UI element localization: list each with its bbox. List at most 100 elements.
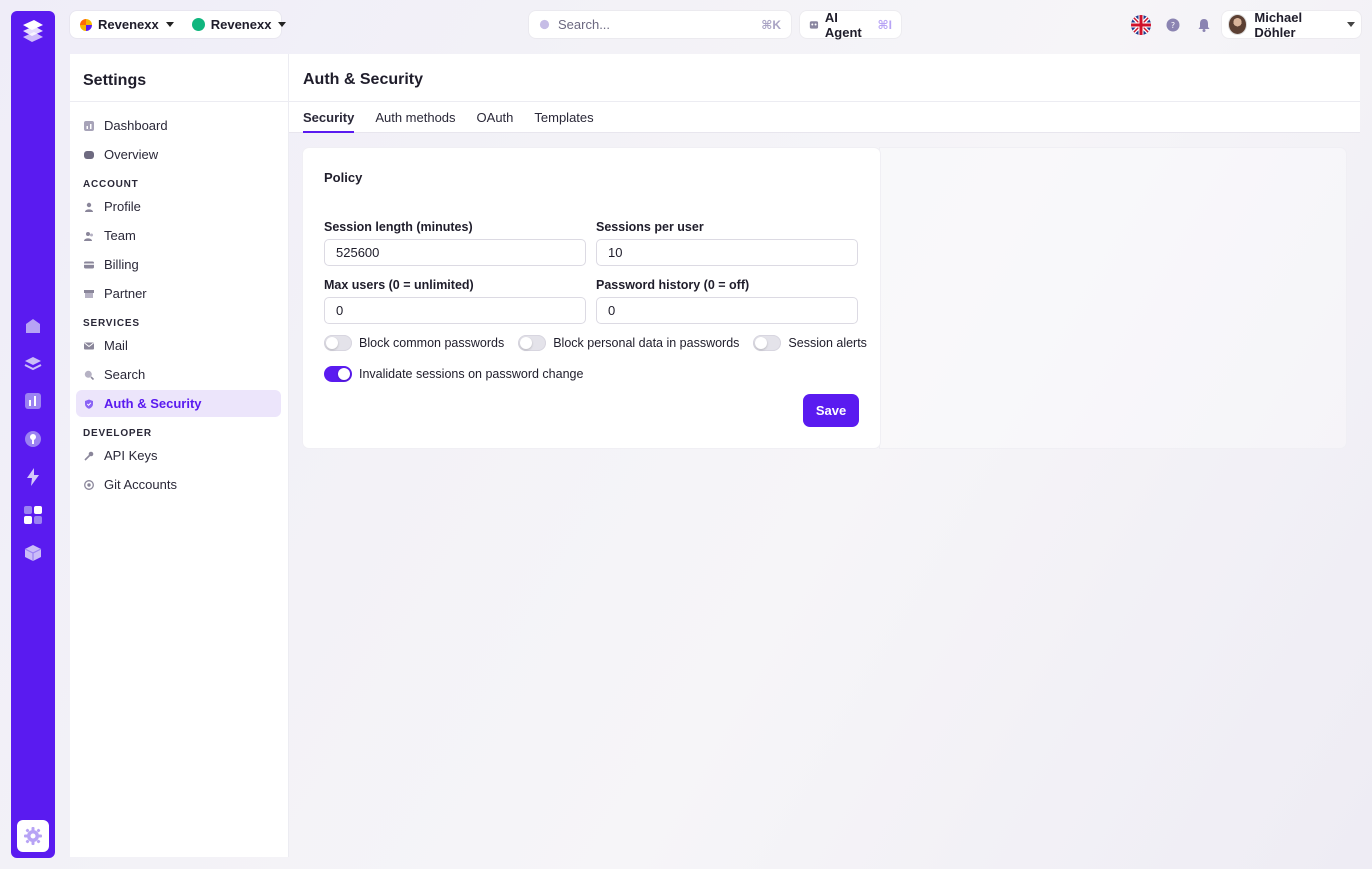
svg-text:?: ? <box>1171 21 1175 30</box>
sidebar-item-mail[interactable]: Mail <box>76 332 281 359</box>
sidebar-item-label: Partner <box>104 286 147 301</box>
team-icon <box>84 231 93 241</box>
org-logo-icon <box>80 18 92 31</box>
max-users-field: Max users (0 = unlimited) <box>324 278 586 324</box>
uk-flag-icon[interactable] <box>1131 15 1151 35</box>
sidebar-item-label: Billing <box>104 257 139 272</box>
search-input[interactable] <box>550 17 762 32</box>
section-label-developer: DEVELOPER <box>83 428 152 439</box>
tab-security[interactable]: Security <box>303 102 355 133</box>
password-history-label: Password history (0 = off) <box>596 278 750 292</box>
overview-icon <box>84 150 94 159</box>
search-icon <box>539 19 550 30</box>
toggle-label: Session alerts <box>788 336 867 350</box>
user-menu[interactable]: Michael Döhler <box>1222 9 1361 40</box>
sessions-per-user-label: Sessions per user <box>596 220 704 234</box>
sidebar-item-billing[interactable]: Billing <box>76 251 281 278</box>
cube-icon[interactable] <box>23 543 43 563</box>
sessions-per-user-input[interactable] <box>596 239 858 266</box>
toggle-switch[interactable] <box>753 335 782 351</box>
sidebar-item-partner[interactable]: Partner <box>76 280 281 307</box>
sessions-per-user-field: Sessions per user <box>596 220 858 266</box>
key-icon <box>84 451 94 461</box>
tab-templates[interactable]: Templates <box>534 102 593 133</box>
tab-bar: Security Auth methods OAuth Templates <box>289 102 1360 133</box>
max-users-label: Max users (0 = unlimited) <box>324 278 474 292</box>
org-name-2: Revenexx <box>210 17 272 32</box>
settings-rail-button[interactable] <box>17 820 49 852</box>
password-history-input[interactable] <box>596 297 858 324</box>
toggle-row-1: Block common passwords Block personal da… <box>324 335 867 351</box>
toggle-label: Block common passwords <box>359 336 505 350</box>
toggle-label: Block personal data in passwords <box>553 336 740 350</box>
sidebar-item-label: Auth & Security <box>104 396 202 411</box>
max-users-input[interactable] <box>324 297 586 324</box>
analytics-icon[interactable] <box>23 391 43 411</box>
apps-icon[interactable] <box>23 505 43 525</box>
global-search: ⌘K <box>529 11 791 38</box>
sidebar-item-label: Profile <box>104 199 141 214</box>
store-icon <box>84 289 94 298</box>
sidebar-item-label: Team <box>104 228 136 243</box>
bell-icon[interactable] <box>1194 15 1214 35</box>
help-icon[interactable]: ? <box>1163 15 1183 35</box>
sidebar-item-git-accounts[interactable]: Git Accounts <box>76 471 281 498</box>
block-personal-data-toggle[interactable]: Block personal data in passwords <box>518 335 739 351</box>
session-length-label: Session length (minutes) <box>324 220 473 234</box>
tab-auth-methods[interactable]: Auth methods <box>375 102 455 133</box>
chevron-down-icon <box>278 22 287 27</box>
page-title: Auth & Security <box>289 54 1360 102</box>
session-length-field: Session length (minutes) <box>324 220 586 266</box>
section-label-services: SERVICES <box>83 318 140 329</box>
sidebar-item-search[interactable]: Search <box>76 361 281 388</box>
person-icon <box>85 202 93 212</box>
ai-agent-shortcut: ⌘I <box>877 17 892 32</box>
sidebar-item-api-keys[interactable]: API Keys <box>76 442 281 469</box>
sidebar-item-overview[interactable]: Overview <box>76 141 281 168</box>
block-common-passwords-toggle[interactable]: Block common passwords <box>324 335 504 351</box>
org-switcher: Revenexx Revenexx <box>70 11 287 38</box>
search-icon <box>84 370 94 380</box>
chevron-down-icon <box>1347 22 1355 27</box>
card-side-panel <box>880 148 1346 448</box>
sidebar-item-profile[interactable]: Profile <box>76 193 281 220</box>
sidebar-item-auth-security[interactable]: Auth & Security <box>76 390 281 417</box>
session-alerts-toggle[interactable]: Session alerts <box>753 335 867 351</box>
org-selector-2[interactable]: Revenexx <box>182 11 295 38</box>
toggle-switch[interactable] <box>518 335 547 351</box>
org-selector-1[interactable]: Revenexx <box>70 11 182 38</box>
toggle-switch[interactable] <box>324 335 352 351</box>
policy-card: Policy Session length (minutes) Sessions… <box>303 148 880 448</box>
home-icon[interactable] <box>23 316 43 336</box>
at-icon <box>84 479 94 490</box>
location-icon[interactable] <box>23 429 43 449</box>
sidebar-item-label: API Keys <box>104 448 158 463</box>
password-history-field: Password history (0 = off) <box>596 278 858 324</box>
sidebar-item-team[interactable]: Team <box>76 222 281 249</box>
robot-icon <box>809 21 819 29</box>
shield-icon <box>85 399 93 409</box>
toggle-label: Invalidate sessions on password change <box>359 367 584 381</box>
user-name: Michael Döhler <box>1254 9 1303 40</box>
app-logo-icon[interactable] <box>20 19 46 45</box>
sidebar-title: Settings <box>70 54 288 102</box>
chart-icon <box>84 120 94 131</box>
mail-icon <box>84 342 94 349</box>
policy-heading: Policy <box>324 170 363 185</box>
lightning-icon[interactable] <box>23 467 43 487</box>
main-content: Auth & Security Security Auth methods OA… <box>289 54 1360 857</box>
gear-icon <box>24 827 42 845</box>
tab-oauth[interactable]: OAuth <box>477 102 514 133</box>
layers-icon[interactable] <box>23 354 43 374</box>
sidebar-item-label: Overview <box>104 147 159 162</box>
sidebar-item-label: Dashboard <box>104 118 168 133</box>
settings-sidebar: Settings Dashboard Overview ACCOUNT Prof… <box>70 54 289 857</box>
session-length-input[interactable] <box>324 239 586 266</box>
save-button[interactable]: Save <box>803 394 859 427</box>
sidebar-item-dashboard[interactable]: Dashboard <box>76 112 281 139</box>
toggle-switch[interactable] <box>324 366 352 382</box>
ai-agent-button[interactable]: AI Agent ⌘I <box>800 10 901 40</box>
sidebar-item-label: Git Accounts <box>104 477 177 492</box>
section-label-account: ACCOUNT <box>83 179 139 190</box>
invalidate-sessions-toggle[interactable]: Invalidate sessions on password change <box>324 366 583 382</box>
